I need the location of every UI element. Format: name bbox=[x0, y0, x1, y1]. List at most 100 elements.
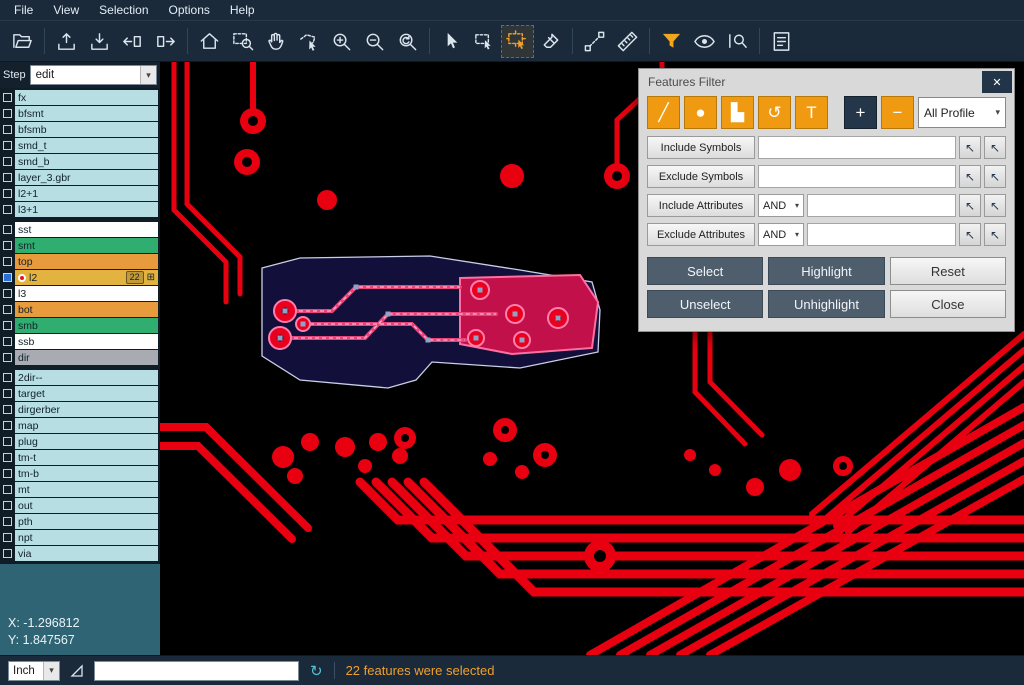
layer-label[interactable]: dirgerber bbox=[15, 402, 158, 417]
layer-row-smd_t[interactable]: smd_t bbox=[1, 138, 158, 153]
zoom-window-button[interactable] bbox=[226, 25, 259, 58]
layer-row-smb[interactable]: smb bbox=[1, 318, 158, 333]
command-input[interactable] bbox=[94, 661, 299, 681]
layer-row-sst[interactable]: sst bbox=[1, 222, 158, 237]
shift-left-button[interactable] bbox=[116, 25, 149, 58]
include-symbols-pick-reference-button[interactable]: ↖ bbox=[984, 136, 1006, 159]
include-symbols-pick-from-canvas-button[interactable]: ↖ bbox=[959, 136, 981, 159]
layer-row-target[interactable]: target bbox=[1, 386, 158, 401]
layer-visibility-checkbox[interactable] bbox=[3, 109, 12, 118]
layer-visibility-checkbox[interactable] bbox=[3, 549, 12, 558]
arc-tool-icon[interactable]: ↺ bbox=[758, 96, 791, 129]
include-attributes-pick-from-canvas-button[interactable]: ↖ bbox=[959, 194, 981, 217]
surface-tool-icon[interactable]: ▙ bbox=[721, 96, 754, 129]
feature-select-button[interactable] bbox=[501, 25, 534, 58]
include-symbols-input[interactable] bbox=[758, 136, 956, 159]
layer-label[interactable]: plug bbox=[15, 434, 158, 449]
layer-visibility-checkbox[interactable] bbox=[3, 225, 12, 234]
unhighlight-button[interactable]: Unhighlight bbox=[768, 290, 884, 318]
layer-row-plug[interactable]: plug bbox=[1, 434, 158, 449]
layer-visibility-checkbox[interactable] bbox=[3, 125, 12, 134]
include-attributes-input[interactable] bbox=[807, 194, 956, 217]
report-button[interactable] bbox=[765, 25, 798, 58]
layer-row-l3[interactable]: l3 bbox=[1, 286, 158, 301]
layer-label[interactable]: l2+1 bbox=[15, 186, 158, 201]
layer-label[interactable]: layer_3.gbr bbox=[15, 170, 158, 185]
layer-visibility-checkbox[interactable] bbox=[3, 389, 12, 398]
layer-row-npt[interactable]: npt bbox=[1, 530, 158, 545]
layer-label[interactable]: npt bbox=[15, 530, 158, 545]
layer-label[interactable]: smd_b bbox=[15, 154, 158, 169]
add-tool-icon[interactable]: + bbox=[844, 96, 877, 129]
layer-visibility-checkbox[interactable] bbox=[3, 189, 12, 198]
rect-select-button[interactable] bbox=[468, 25, 501, 58]
include-symbols-button[interactable]: Include Symbols bbox=[647, 136, 755, 159]
layer-row-dirgerber[interactable]: dirgerber bbox=[1, 402, 158, 417]
layer-visibility-checkbox[interactable] bbox=[3, 485, 12, 494]
layer-label[interactable]: smb bbox=[15, 318, 158, 333]
pan-button[interactable] bbox=[259, 25, 292, 58]
layer-visibility-checkbox[interactable] bbox=[3, 373, 12, 382]
pad-tool-icon[interactable]: ● bbox=[684, 96, 717, 129]
layer-visibility-checkbox[interactable] bbox=[3, 337, 12, 346]
layer-visibility-checkbox[interactable] bbox=[3, 257, 12, 266]
layer-visibility-checkbox[interactable] bbox=[3, 241, 12, 250]
layer-label[interactable]: bot bbox=[15, 302, 158, 317]
remove-tool-icon[interactable]: − bbox=[881, 96, 914, 129]
reset-button[interactable]: Reset bbox=[890, 257, 1006, 285]
exclude-symbols-button[interactable]: Exclude Symbols bbox=[647, 165, 755, 188]
layer-row-smt[interactable]: smt bbox=[1, 238, 158, 253]
layer-label[interactable]: smd_t bbox=[15, 138, 158, 153]
layer-visibility-checkbox[interactable] bbox=[3, 205, 12, 214]
layer-row-map[interactable]: map bbox=[1, 418, 158, 433]
highlight-button[interactable]: Highlight bbox=[768, 257, 884, 285]
layer-label[interactable]: dir bbox=[15, 350, 158, 365]
eraser-button[interactable] bbox=[534, 25, 567, 58]
line-tool-icon[interactable]: ╱ bbox=[647, 96, 680, 129]
layer-row-fx[interactable]: fx bbox=[1, 90, 158, 105]
find-button[interactable] bbox=[721, 25, 754, 58]
layer-row-pth[interactable]: pth bbox=[1, 514, 158, 529]
layer-visibility-checkbox[interactable] bbox=[3, 141, 12, 150]
layer-row-dir[interactable]: dir bbox=[1, 350, 158, 365]
layer-visibility-checkbox[interactable] bbox=[3, 421, 12, 430]
exclude-attributes-pick-from-canvas-button[interactable]: ↖ bbox=[959, 223, 981, 246]
layer-label[interactable]: smt bbox=[15, 238, 158, 253]
layer-row-top[interactable]: top bbox=[1, 254, 158, 269]
layer-visibility-checkbox[interactable] bbox=[3, 533, 12, 542]
layer-row-mt[interactable]: mt bbox=[1, 482, 158, 497]
unselect-button[interactable]: Unselect bbox=[647, 290, 763, 318]
layer-label[interactable]: target bbox=[15, 386, 158, 401]
ruler-button[interactable] bbox=[611, 25, 644, 58]
layer-label[interactable]: pth bbox=[15, 514, 158, 529]
layer-visibility-checkbox[interactable] bbox=[3, 93, 12, 102]
exclude-attributes-pick-reference-button[interactable]: ↖ bbox=[984, 223, 1006, 246]
open-button[interactable] bbox=[6, 25, 39, 58]
refresh-icon[interactable]: ↻ bbox=[310, 662, 323, 680]
layer-grid-icon[interactable]: ⊞ bbox=[147, 272, 155, 283]
layer-row-ssb[interactable]: ssb bbox=[1, 334, 158, 349]
layer-label[interactable]: tm-b bbox=[15, 466, 158, 481]
layer-visibility-checkbox[interactable] bbox=[3, 273, 12, 282]
lasso-select-button[interactable] bbox=[292, 25, 325, 58]
unit-select[interactable]: Inch ▾ bbox=[8, 661, 60, 681]
layer-label[interactable]: l3+1 bbox=[15, 202, 158, 217]
exclude-symbols-input[interactable] bbox=[758, 165, 956, 188]
layer-row-bot[interactable]: bot bbox=[1, 302, 158, 317]
eye-button[interactable] bbox=[688, 25, 721, 58]
layer-visibility-checkbox[interactable] bbox=[3, 469, 12, 478]
include-attributes-button[interactable]: Include Attributes bbox=[647, 194, 755, 217]
layer-label[interactable]: mt bbox=[15, 482, 158, 497]
zoom-out-button[interactable] bbox=[358, 25, 391, 58]
measure-line-button[interactable] bbox=[578, 25, 611, 58]
layer-label[interactable]: sst bbox=[15, 222, 158, 237]
layer-label[interactable]: ssb bbox=[15, 334, 158, 349]
layer-label[interactable]: bfsmb bbox=[15, 122, 158, 137]
shift-right-button[interactable] bbox=[149, 25, 182, 58]
layer-label[interactable]: out bbox=[15, 498, 158, 513]
layer-visibility-checkbox[interactable] bbox=[3, 353, 12, 362]
layer-visibility-checkbox[interactable] bbox=[3, 321, 12, 330]
step-select[interactable]: edit ▾ bbox=[30, 65, 157, 85]
layer-row-l2+1[interactable]: l2+1 bbox=[1, 186, 158, 201]
import-button[interactable] bbox=[83, 25, 116, 58]
